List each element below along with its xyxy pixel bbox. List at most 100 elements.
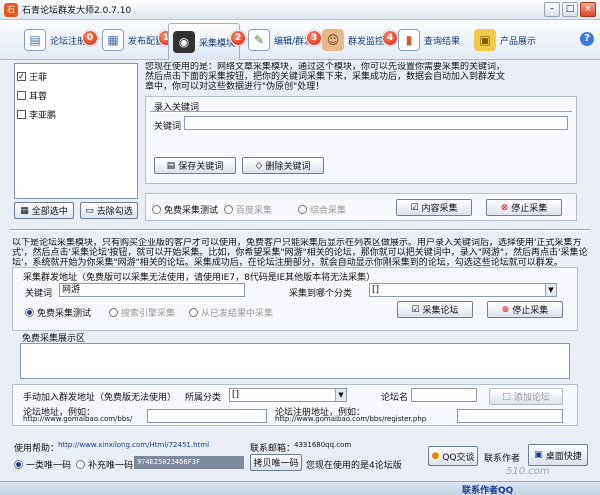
keyword-list[interactable]: ✓ 王菲 耳蓉 李亚鹏 (14, 63, 138, 199)
register-icon: ▤ (24, 29, 46, 51)
add-icon: □ (502, 391, 511, 402)
list-item[interactable]: ✓ 王菲 (17, 67, 135, 86)
forum-address-input[interactable] (147, 409, 267, 423)
eraser-icon: ◇ (255, 160, 263, 171)
manual-category-select[interactable]: [] ▼ (229, 388, 347, 402)
radio-supplement-code[interactable]: 补充唯一码 (76, 458, 133, 471)
radio-icon (76, 460, 85, 469)
step-badge-0: 0 (82, 30, 98, 46)
close-button[interactable]: × (580, 2, 596, 17)
product-icon: ▣ (474, 29, 496, 51)
content-collect-button[interactable]: ☑ 内容采集 (396, 199, 472, 216)
checkbox-icon[interactable] (17, 91, 26, 100)
email-label: 联系邮箱： (250, 444, 296, 454)
title-bar: 石 石青论坛群发大师2.0.7.10 – □ × (0, 0, 600, 20)
radio-free-test[interactable]: 免费采集测试 (152, 203, 218, 216)
help-label: 使用帮助： (14, 444, 60, 454)
save-icon: ▤ (166, 160, 176, 171)
manual-category-label: 所属分类 (185, 393, 222, 403)
add-forum-button: □ 添加论坛 (489, 388, 563, 405)
manual-title: 手动加入群发地址（免费版无法使用） (23, 393, 177, 403)
checkbox-icon[interactable] (17, 110, 26, 119)
tab-send-monitor[interactable]: ☺ 群发监控 (318, 23, 388, 57)
qq-icon: ● (431, 451, 440, 461)
radio-icon (189, 308, 198, 317)
forum-name-label: 论坛名 (381, 393, 409, 403)
radio-forum-free-test[interactable]: 免费采集测试 (25, 306, 91, 319)
radio-icon (224, 205, 233, 214)
divider (150, 111, 572, 113)
tab-query-result[interactable]: ▮ 查询结果 (394, 23, 464, 57)
save-keyword-button[interactable]: ▤ 保存关键词 (154, 157, 236, 174)
stop-icon: ⊗ (500, 202, 509, 213)
usage-info: 您现在使用的是4论坛版 (306, 461, 402, 471)
keyword-label: 关键词 (154, 122, 182, 132)
main-toolbar: ▤ 论坛注册 0 ▦ 发布配置 1 ◉ 采集模块 2 ✎ 编辑/群发 3 ☺ 群… (0, 20, 600, 60)
register-address-example: http://www.gomaibao.com/bbs/register.php (275, 415, 427, 423)
maximize-button[interactable]: □ (562, 2, 578, 17)
check-icon: ☑ (411, 304, 420, 315)
register-address-input[interactable] (457, 409, 563, 423)
help-url-link[interactable]: http://www.xinxilong.com/Html/72451.html (58, 441, 209, 449)
keyword-entry-group: 录入关键词 关键词 ▤ 保存关键词 ◇ 删除关键词 (145, 96, 577, 184)
tab-forum-register[interactable]: ▤ 论坛注册 (20, 23, 90, 57)
stop-icon: ⊗ (501, 304, 510, 315)
list-item[interactable]: 耳蓉 (17, 86, 135, 105)
forum-address-example: http://www.gomaibao.com/bbs/ (23, 415, 133, 423)
forum-name-input[interactable] (411, 388, 477, 402)
grid-icon: ▦ (20, 205, 29, 216)
forum-keyword-label: 关键词 (25, 289, 53, 299)
chevron-down-icon[interactable]: ▼ (545, 284, 556, 296)
list-item[interactable]: 李亚鹏 (17, 105, 135, 124)
radio-icon (109, 308, 118, 317)
email-value: 4331680qq.com (294, 441, 352, 449)
edit-icon: ✎ (248, 29, 270, 51)
checkbox-checked-icon[interactable]: ✓ (17, 72, 26, 81)
collect-mode-group: 免费采集测试 百度采集 综合采集 ☑ 内容采集 ⊗ 停止采集 (145, 193, 577, 221)
radio-from-results: 从已发结果中采集 (189, 306, 273, 319)
radio-selected-icon (25, 308, 34, 317)
radio-class-one-code[interactable]: 一类唯一码 (14, 458, 71, 471)
radio-baidu: 百度采集 (224, 203, 272, 216)
check-icon: ☑ (410, 202, 419, 213)
forum-section-title: 采集群发地址（免费版可以采集无法使用，请使用IE7，8代码是IE其他版本将无法采… (23, 273, 376, 283)
radio-icon (298, 205, 307, 214)
forum-collect-group: 采集群发地址（免费版可以采集无法使用，请使用IE7，8代码是IE其他版本将无法采… (12, 267, 578, 331)
stop-collect-button[interactable]: ⊗ 停止采集 (486, 199, 562, 216)
radio-selected-icon (14, 460, 23, 469)
qq-chat-button[interactable]: ● QQ交谈 (428, 446, 478, 466)
tab-collect-module[interactable]: ◉ 采集模块 (168, 23, 241, 60)
keyword-input[interactable] (184, 116, 568, 130)
minimize-button[interactable]: – (544, 2, 560, 17)
contact-author-label[interactable]: 联系作者 (484, 451, 520, 464)
forum-keyword-input[interactable]: 网游 (59, 283, 245, 297)
forum-description: 以下是论坛采集模块，只有购买企业版的客户才可以使用，免费客户只能采集后显示在列表… (12, 238, 588, 268)
binoculars-icon: ◉ (173, 31, 195, 53)
status-bar: 联系作者QQ (0, 481, 600, 495)
collect-forum-button[interactable]: ☑ 采集论坛 (397, 301, 473, 318)
copy-code-button[interactable]: 拷贝唯一码 (250, 454, 302, 471)
radio-icon (152, 205, 161, 214)
deselect-button[interactable]: ▭ 去除勾选 (80, 202, 138, 219)
status-contact-author[interactable]: 联系作者QQ (462, 483, 513, 495)
config-icon: ▦ (102, 29, 124, 51)
tab-product-show[interactable]: ▣ 产品展示 (470, 23, 540, 57)
radio-comprehensive: 综合采集 (298, 203, 346, 216)
category-select[interactable]: [] ▼ (369, 283, 557, 297)
delete-keyword-button[interactable]: ◇ 删除关键词 (242, 157, 324, 174)
desktop-shortcut-button[interactable]: ▣ 桌面快捷 (528, 444, 588, 466)
divider (10, 229, 590, 231)
forum-stop-collect-button[interactable]: ⊗ 停止采集 (487, 301, 563, 318)
chevron-down-icon[interactable]: ▼ (335, 389, 346, 401)
manual-add-group: 手动加入群发地址（免费版无法使用） 所属分类 [] ▼ 论坛名 □ 添加论坛 论… (12, 384, 578, 426)
collect-description: 您现在使用的是：网络文章采集模块，通过这个模块，你可以先设置你需要采集的关键词，… (145, 62, 505, 92)
chart-icon: ▮ (398, 29, 420, 51)
help-icon[interactable]: ? (580, 32, 594, 46)
free-display-area[interactable] (20, 343, 570, 379)
watermark-text: 510.com (506, 466, 550, 477)
select-all-button[interactable]: ▦ 全部选中 (14, 202, 74, 219)
monitor-icon: ☺ (322, 29, 344, 51)
desktop-icon: ▣ (534, 450, 543, 460)
window-title: 石青论坛群发大师2.0.7.10 (22, 6, 132, 16)
radio-search-engine: 搜索引擎采集 (109, 306, 175, 319)
